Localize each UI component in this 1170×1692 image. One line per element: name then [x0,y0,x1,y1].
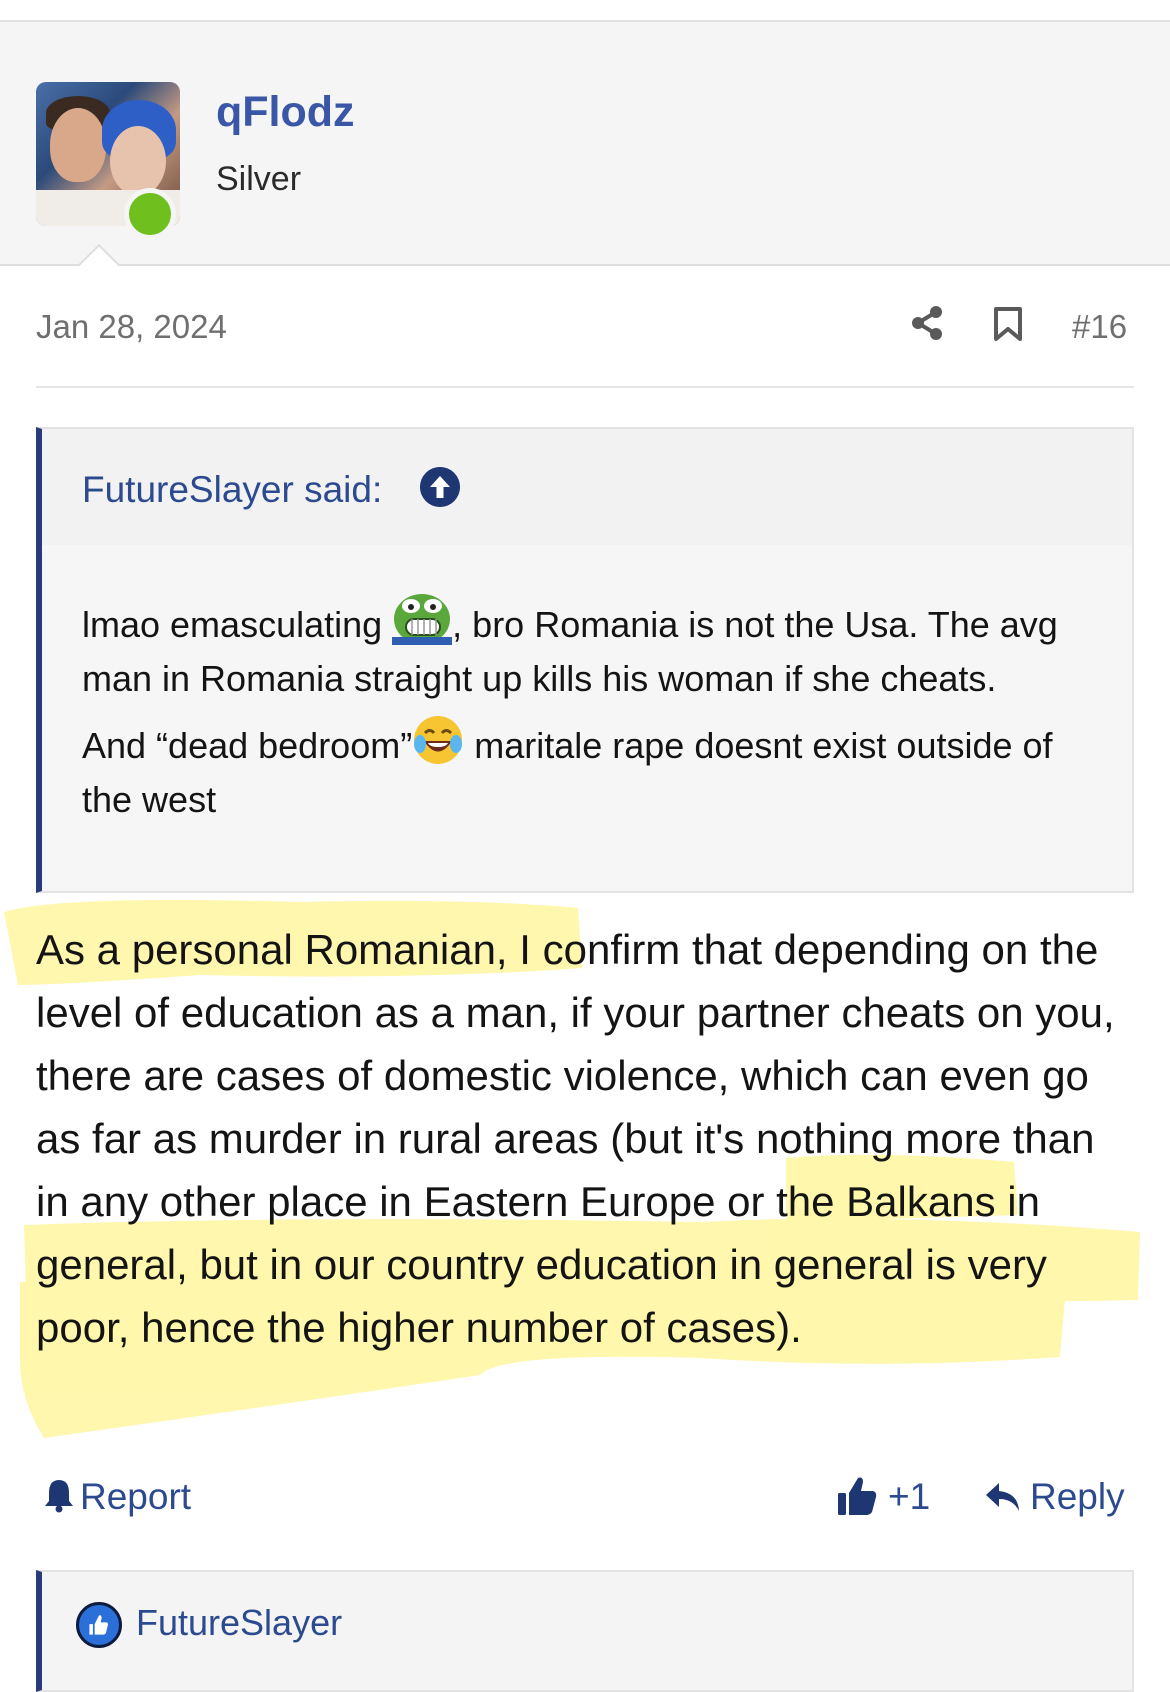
like-count[interactable]: +1 [888,1476,930,1518]
report-button[interactable]: Report [42,1476,191,1518]
post-date[interactable]: Jan 28, 2024 [36,308,227,346]
reactions-bar: FutureSlayer [36,1570,1134,1692]
bookmark-icon[interactable] [993,306,1023,342]
user-header: qFlodz Silver [0,22,1170,266]
quote-body: lmao emasculating , bro Romania is not t… [82,589,1092,827]
quote-paragraph: And “dead bedroom” maritale rape doesnt … [82,714,1092,827]
report-label: Report [80,1476,192,1517]
reply-arrow-icon [986,1483,1019,1511]
user-rank: Silver [216,160,302,198]
post-body: As a personal Romanian, I confirm that d… [36,926,1115,1351]
reaction-user-link[interactable]: FutureSlayer [136,1602,342,1644]
quote-block: FutureSlayer said: lmao emasculating , b… [36,427,1134,893]
reply-button[interactable]: Reply [984,1476,1125,1518]
quote-paragraph: lmao emasculating , bro Romania is not t… [82,589,1092,706]
bell-icon [45,1480,73,1513]
online-status-indicator [124,188,176,240]
meta-divider [36,386,1134,388]
share-icon[interactable] [910,305,944,341]
laughing-crying-emoji [414,716,463,764]
like-badge-icon [76,1602,122,1648]
quote-author-link[interactable]: FutureSlayer said: [82,469,382,511]
pepe-emoji [392,594,453,645]
reply-label: Reply [1030,1476,1125,1517]
arrow-up-icon[interactable] [420,467,460,507]
post-number-link[interactable]: #16 [1072,308,1127,346]
thumbs-up-icon[interactable] [836,1474,878,1518]
username-link[interactable]: qFlodz [216,88,355,137]
